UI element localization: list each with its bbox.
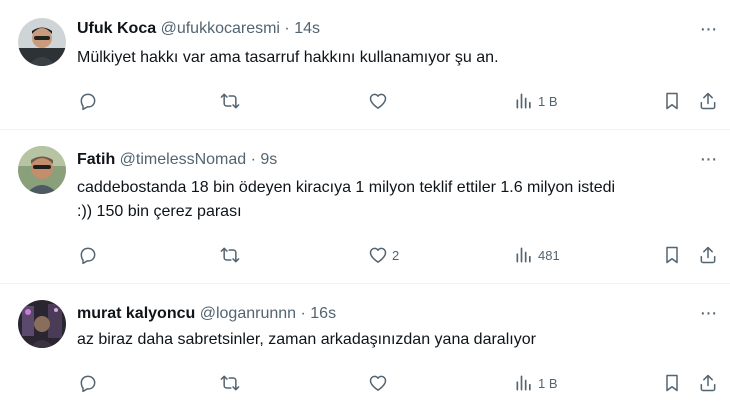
views-icon xyxy=(516,93,531,109)
heart-icon xyxy=(369,247,387,263)
display-name[interactable]: murat kalyoncu xyxy=(77,305,195,322)
timestamp[interactable]: 14s xyxy=(294,20,320,37)
reply-icon xyxy=(80,375,96,393)
like-button[interactable]: 2 xyxy=(368,240,399,270)
reply-button[interactable] xyxy=(78,368,102,398)
retweet-button[interactable] xyxy=(220,240,244,270)
user-handle[interactable]: @loganrunnn xyxy=(200,305,296,322)
share-button[interactable] xyxy=(698,368,718,398)
views-count: 1 B xyxy=(538,93,558,109)
tweet-text: az biraz daha sabretsinler, zaman arkada… xyxy=(77,331,536,348)
tweet-actions: 2 481 xyxy=(68,240,730,270)
avatar[interactable] xyxy=(18,300,66,348)
avatar-image xyxy=(18,146,66,194)
retweet-icon xyxy=(220,93,240,109)
views-button[interactable]: 1 B xyxy=(514,86,558,116)
user-handle[interactable]: @ufukkocaresmi xyxy=(161,20,280,37)
reply-button[interactable] xyxy=(78,86,102,116)
display-name[interactable]: Ufuk Koca xyxy=(77,20,156,37)
tweet-actions: 1 B xyxy=(68,86,730,116)
tweet-text-line: :)) 150 bin çerez parası xyxy=(77,203,242,220)
more-icon[interactable]: ··· xyxy=(696,303,720,326)
views-count: 481 xyxy=(538,247,560,263)
tweet-text: Mülkiyet hakkı var ama tasarruf hakkını … xyxy=(77,49,499,66)
tweet-header: Fatih @timelessNomad · 9s xyxy=(77,150,277,170)
avatar[interactable] xyxy=(18,18,66,66)
views-button[interactable]: 1 B xyxy=(514,368,558,398)
tweet-text-line: caddebostanda 18 bin ödeyen kiracıya 1 m… xyxy=(77,179,616,196)
separator-dot: · xyxy=(250,151,256,168)
heart-icon xyxy=(369,375,387,391)
tweet-header: Ufuk Koca @ufukkocaresmi · 14s xyxy=(77,19,320,39)
reply-icon xyxy=(80,93,96,111)
more-icon[interactable]: ··· xyxy=(696,149,720,172)
views-count: 1 B xyxy=(538,375,558,391)
avatar-image xyxy=(18,18,66,66)
bookmark-button[interactable] xyxy=(662,86,682,116)
tweet[interactable]: Ufuk Koca @ufukkocaresmi · 14s ··· Mülki… xyxy=(0,0,730,130)
avatar[interactable] xyxy=(18,146,66,194)
tweet-header: murat kalyoncu @loganrunnn · 16s xyxy=(77,304,336,324)
views-icon xyxy=(516,247,531,263)
retweet-button[interactable] xyxy=(220,86,244,116)
retweet-icon xyxy=(220,247,240,263)
bookmark-icon xyxy=(666,246,678,264)
retweet-button[interactable] xyxy=(220,368,244,398)
bookmark-icon xyxy=(666,92,678,110)
share-button[interactable] xyxy=(698,86,718,116)
bookmark-button[interactable] xyxy=(662,240,682,270)
tweet-feed: Ufuk Koca @ufukkocaresmi · 14s ··· Mülki… xyxy=(0,0,730,420)
share-icon xyxy=(700,374,716,392)
timestamp[interactable]: 16s xyxy=(310,305,336,322)
bookmark-button[interactable] xyxy=(662,368,682,398)
heart-icon xyxy=(369,93,387,109)
separator-dot: · xyxy=(300,305,306,322)
like-count: 2 xyxy=(392,247,400,263)
display-name[interactable]: Fatih xyxy=(77,151,115,168)
like-button[interactable] xyxy=(368,86,392,116)
views-button[interactable]: 481 xyxy=(514,240,560,270)
share-icon xyxy=(700,92,716,110)
share-icon xyxy=(700,246,716,264)
tweet-text: caddebostanda 18 bin ödeyen kiracıya 1 m… xyxy=(77,176,722,224)
views-icon xyxy=(516,375,531,391)
bookmark-icon xyxy=(666,374,678,392)
more-icon[interactable]: ··· xyxy=(696,19,720,42)
user-handle[interactable]: @timelessNomad xyxy=(120,151,247,168)
tweet[interactable]: murat kalyoncu @loganrunnn · 16s ··· az … xyxy=(0,284,730,420)
separator-dot: · xyxy=(284,20,290,37)
reply-button[interactable] xyxy=(78,240,102,270)
tweet-actions: 1 B xyxy=(68,368,730,398)
retweet-icon xyxy=(220,375,240,391)
like-button[interactable] xyxy=(368,368,392,398)
reply-icon xyxy=(80,247,96,265)
timestamp[interactable]: 9s xyxy=(260,151,277,168)
share-button[interactable] xyxy=(698,240,718,270)
avatar-image xyxy=(18,300,66,348)
tweet[interactable]: Fatih @timelessNomad · 9s ··· caddebosta… xyxy=(0,130,730,284)
